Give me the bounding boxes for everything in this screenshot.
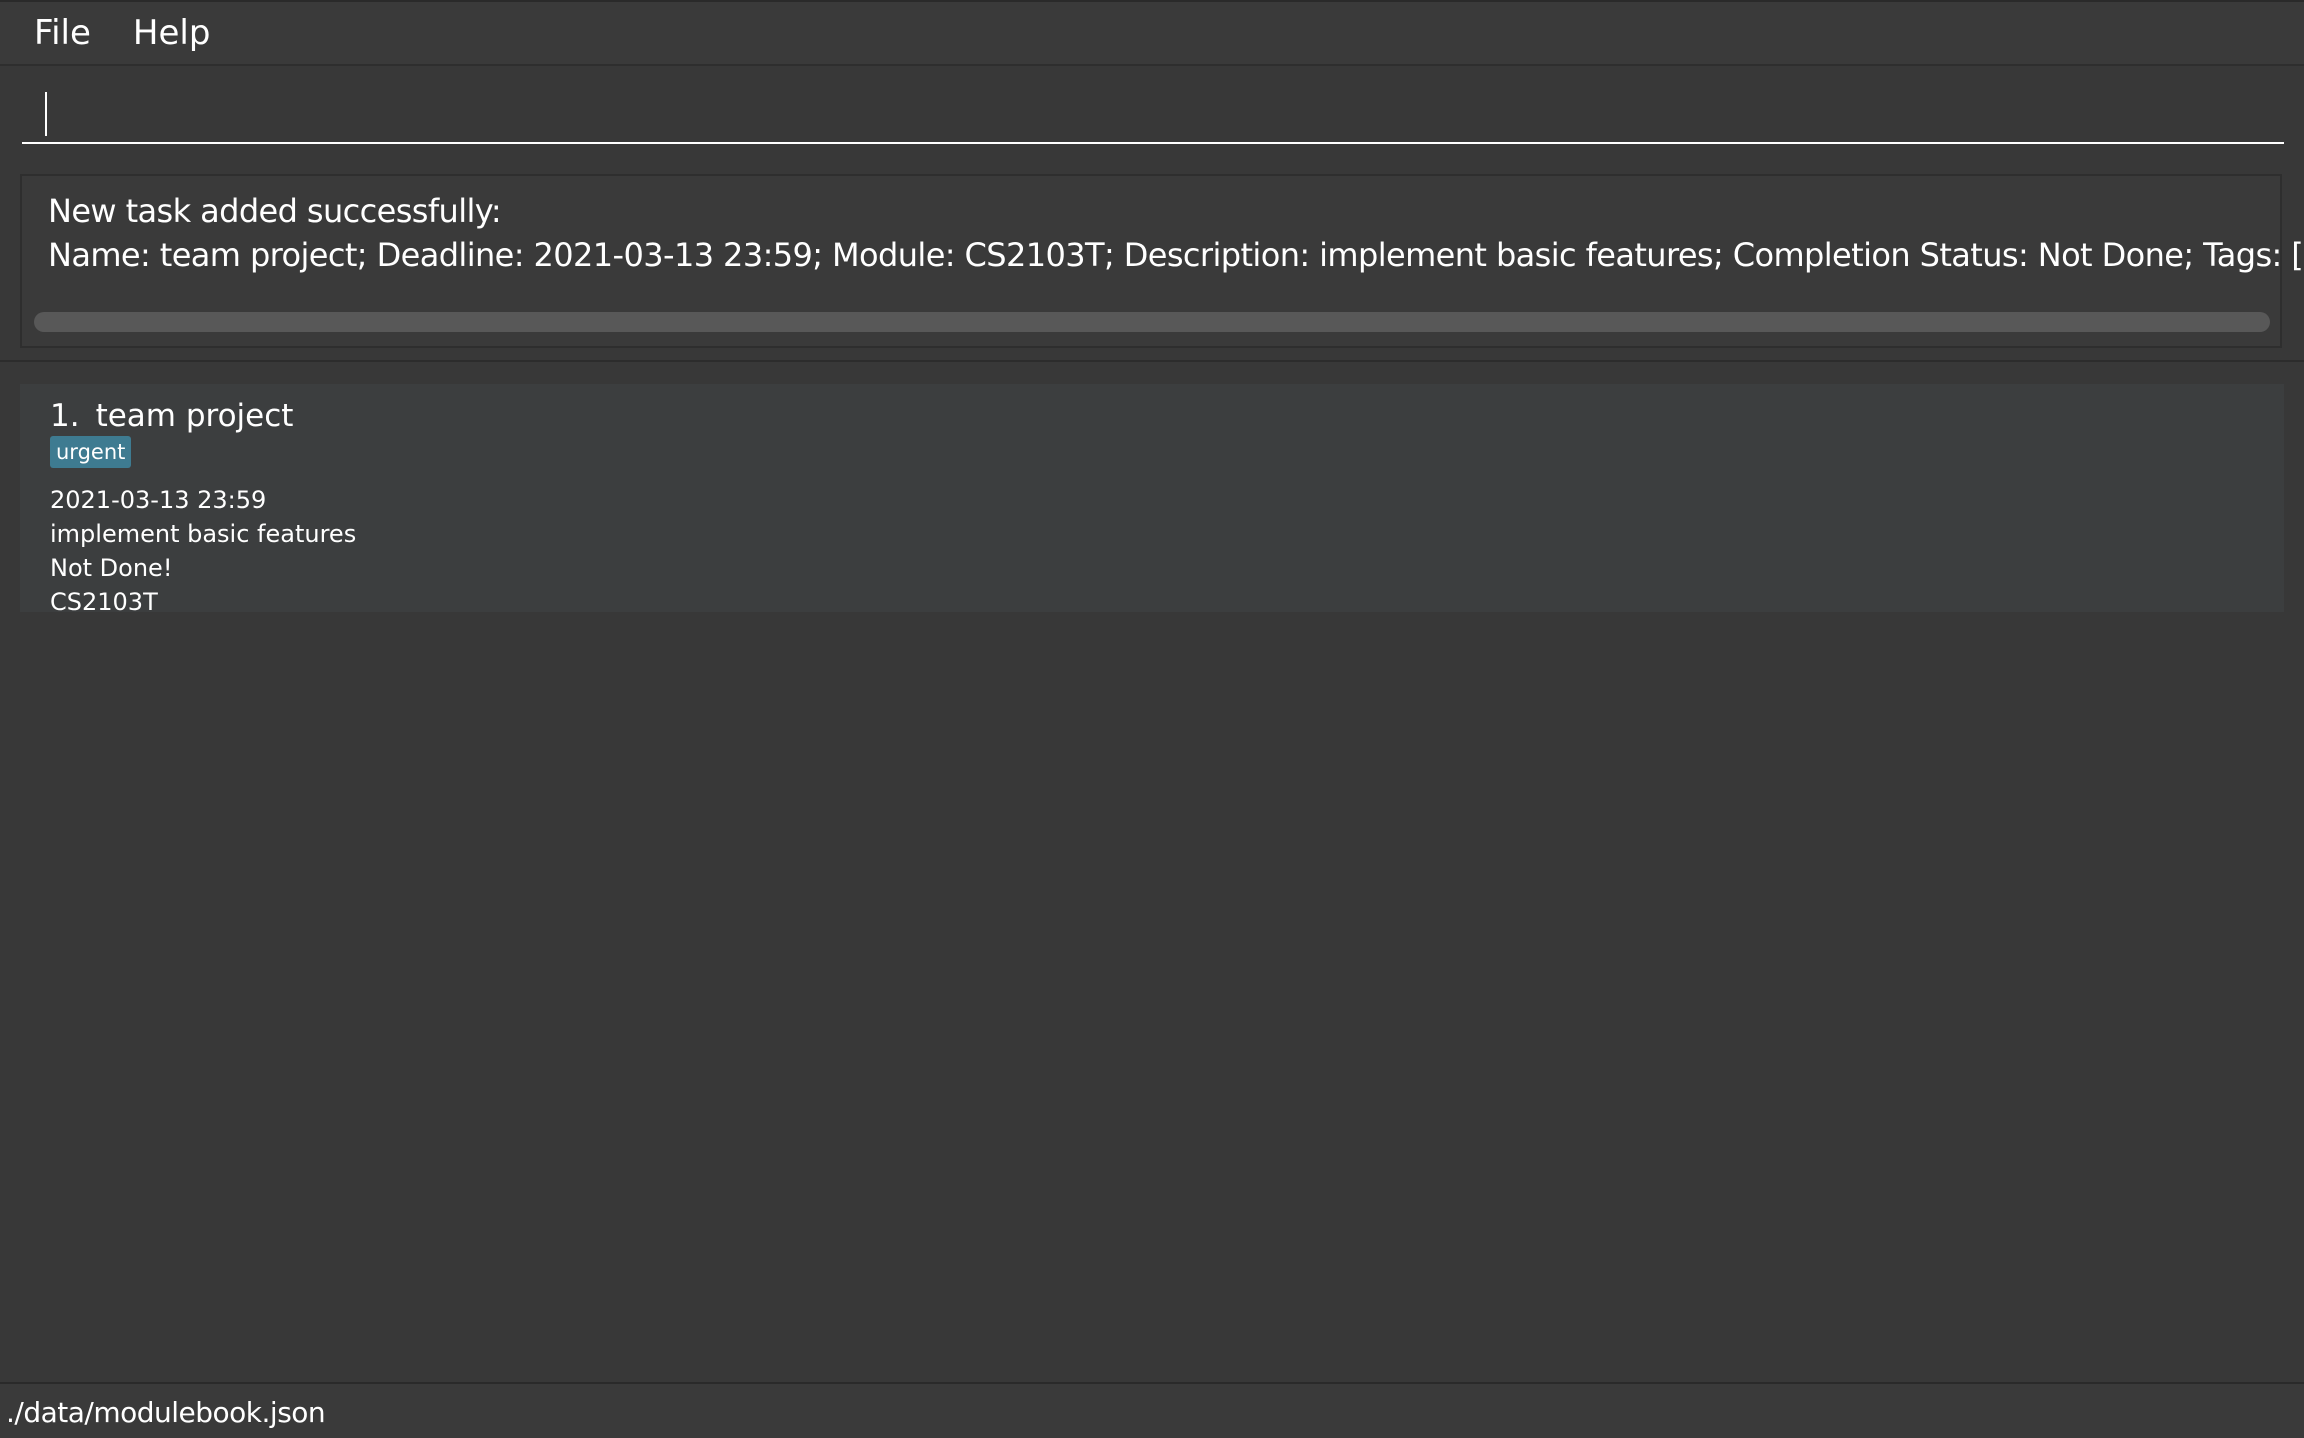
task-list-panel: 1. team project urgent 2021-03-13 23:59 i…: [0, 362, 2304, 1382]
result-display-area: New task added successfully: Name: team …: [0, 162, 2304, 362]
save-file-path: ./data/modulebook.json: [6, 1396, 326, 1429]
task-status: Not Done!: [50, 554, 173, 582]
command-box-area: [0, 66, 2304, 162]
task-deadline: 2021-03-13 23:59: [50, 486, 267, 514]
tag-badge: urgent: [50, 436, 132, 468]
result-message-header: New task added successfully:: [48, 192, 502, 230]
menu-bar: File Help: [0, 0, 2304, 66]
task-module: CS2103T: [50, 588, 158, 616]
task-title: 1. team project: [50, 398, 293, 434]
result-message-details: Name: team project; Deadline: 2021-03-13…: [48, 236, 2304, 274]
app-window: File Help New task added successfully: N…: [0, 0, 2304, 1438]
task-card[interactable]: 1. team project urgent 2021-03-13 23:59 i…: [20, 384, 2284, 616]
text-caret: [45, 92, 47, 136]
task-name: team project: [95, 398, 294, 434]
status-bar: ./data/modulebook.json: [0, 1382, 2304, 1438]
horizontal-scrollbar[interactable]: [34, 312, 2270, 332]
result-display: New task added successfully: Name: team …: [20, 174, 2304, 348]
command-input[interactable]: [22, 80, 2284, 144]
task-index: 1.: [50, 398, 80, 434]
menu-file[interactable]: File: [34, 13, 91, 53]
menu-help[interactable]: Help: [133, 13, 211, 53]
task-description: implement basic features: [50, 520, 357, 548]
